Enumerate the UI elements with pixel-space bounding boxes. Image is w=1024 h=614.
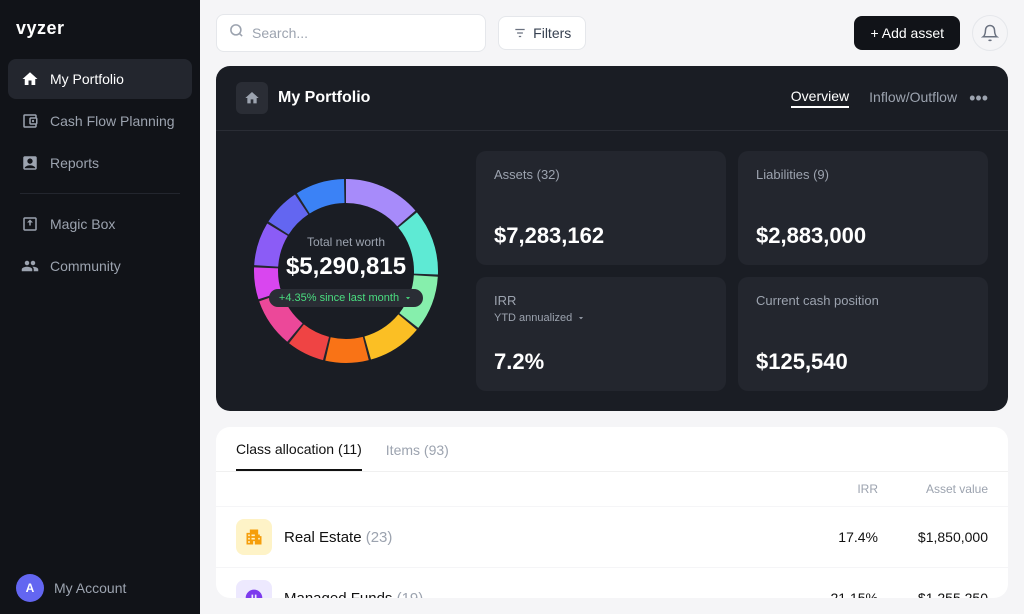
donut-badge-text: +4.35% since last month xyxy=(279,292,399,304)
stat-value-liabilities: $2,883,000 xyxy=(756,223,970,249)
portfolio-body: Total net worth $5,290,815 +4.35% since … xyxy=(216,131,1008,411)
tab-overview[interactable]: Overview xyxy=(791,88,849,108)
table-tabs: Class allocation (11) Items (93) xyxy=(216,427,1008,472)
sidebar-item-community[interactable]: Community xyxy=(8,246,192,286)
my-account[interactable]: A My Account xyxy=(0,562,200,614)
stat-value-assets: $7,283,162 xyxy=(494,223,708,249)
reports-icon xyxy=(20,153,40,173)
notifications-button[interactable] xyxy=(972,15,1008,51)
col-value-header: Asset value xyxy=(878,482,988,496)
stat-card-irr: IRR YTD annualized 7.2% xyxy=(476,277,726,391)
sidebar-label-community: Community xyxy=(50,258,121,274)
search-bar[interactable] xyxy=(216,14,486,52)
portfolio-card: My Portfolio Overview Inflow/Outflow •••… xyxy=(216,66,1008,411)
table-header: IRR Asset value xyxy=(216,472,1008,506)
col-irr-header: IRR xyxy=(798,482,878,496)
sidebar-item-cash-flow-planning[interactable]: Cash Flow Planning xyxy=(8,101,192,141)
more-options-icon[interactable]: ••• xyxy=(969,88,988,109)
real-estate-value: $1,850,000 xyxy=(878,529,988,545)
donut-value: $5,290,815 xyxy=(269,253,423,281)
app-logo: vyzer xyxy=(0,0,200,59)
tab-items[interactable]: Items (93) xyxy=(386,442,449,470)
irr-sublabel: YTD annualized xyxy=(494,312,708,324)
home-icon xyxy=(20,69,40,89)
add-asset-button[interactable]: + Add asset xyxy=(854,16,960,50)
real-estate-name: Real Estate (23) xyxy=(284,529,798,546)
donut-chart: Total net worth $5,290,815 +4.35% since … xyxy=(236,151,456,391)
allocation-table: Class allocation (11) Items (93) IRR Ass… xyxy=(216,427,1008,598)
stat-label-assets: Assets (32) xyxy=(494,167,708,182)
portfolio-tabs: Overview Inflow/Outflow xyxy=(791,88,957,108)
stat-card-liabilities: Liabilities (9) $2,883,000 xyxy=(738,151,988,265)
search-input[interactable] xyxy=(252,25,473,41)
sidebar-item-my-portfolio[interactable]: My Portfolio xyxy=(8,59,192,99)
sidebar-item-magic-box[interactable]: Magic Box xyxy=(8,204,192,244)
table-row[interactable]: Real Estate (23) 17.4% $1,850,000 xyxy=(216,506,1008,567)
portfolio-title: My Portfolio xyxy=(278,89,791,107)
table-row[interactable]: Managed Funds (19) 21.15% $1,255,250 xyxy=(216,567,1008,598)
stat-card-cash: Current cash position $125,540 xyxy=(738,277,988,391)
sidebar-nav: My Portfolio Cash Flow Planning Reports … xyxy=(0,59,200,562)
donut-center: Total net worth $5,290,815 +4.35% since … xyxy=(269,235,423,307)
managed-funds-name: Managed Funds (19) xyxy=(284,590,798,599)
wallet-icon xyxy=(20,111,40,131)
managed-funds-value: $1,255,250 xyxy=(878,590,988,598)
community-icon xyxy=(20,256,40,276)
main-content: Filters + Add asset My Portfolio Overvie… xyxy=(200,0,1024,614)
magic-box-icon xyxy=(20,214,40,234)
topbar: Filters + Add asset xyxy=(200,0,1024,66)
filters-label: Filters xyxy=(533,25,571,41)
sidebar-item-reports[interactable]: Reports xyxy=(8,143,192,183)
sidebar-label-reports: Reports xyxy=(50,155,99,171)
donut-badge: +4.35% since last month xyxy=(269,289,423,307)
sidebar: vyzer My Portfolio Cash Flow Planning Re… xyxy=(0,0,200,614)
real-estate-icon xyxy=(236,519,272,555)
tab-class-allocation[interactable]: Class allocation (11) xyxy=(236,441,362,471)
stats-grid: Assets (32) $7,283,162 Liabilities (9) $… xyxy=(476,151,988,391)
donut-label: Total net worth xyxy=(269,235,423,249)
search-icon xyxy=(229,23,244,43)
avatar: A xyxy=(16,574,44,602)
stat-value-cash: $125,540 xyxy=(756,349,970,375)
stat-card-assets: Assets (32) $7,283,162 xyxy=(476,151,726,265)
sidebar-label-my-portfolio: My Portfolio xyxy=(50,71,124,87)
managed-funds-irr: 21.15% xyxy=(798,590,878,598)
sidebar-label-cash-flow: Cash Flow Planning xyxy=(50,113,175,129)
sidebar-label-magic-box: Magic Box xyxy=(50,216,115,232)
portfolio-header: My Portfolio Overview Inflow/Outflow ••• xyxy=(216,66,1008,131)
real-estate-irr: 17.4% xyxy=(798,529,878,545)
portfolio-header-icon xyxy=(236,82,268,114)
stat-label-irr: IRR xyxy=(494,293,708,308)
stat-label-cash: Current cash position xyxy=(756,293,970,308)
my-account-label: My Account xyxy=(54,580,126,596)
stat-label-liabilities: Liabilities (9) xyxy=(756,167,970,182)
managed-funds-icon xyxy=(236,580,272,598)
stat-value-irr: 7.2% xyxy=(494,349,708,375)
sidebar-divider xyxy=(20,193,180,194)
filters-button[interactable]: Filters xyxy=(498,16,586,50)
tab-inflow-outflow[interactable]: Inflow/Outflow xyxy=(869,89,957,107)
